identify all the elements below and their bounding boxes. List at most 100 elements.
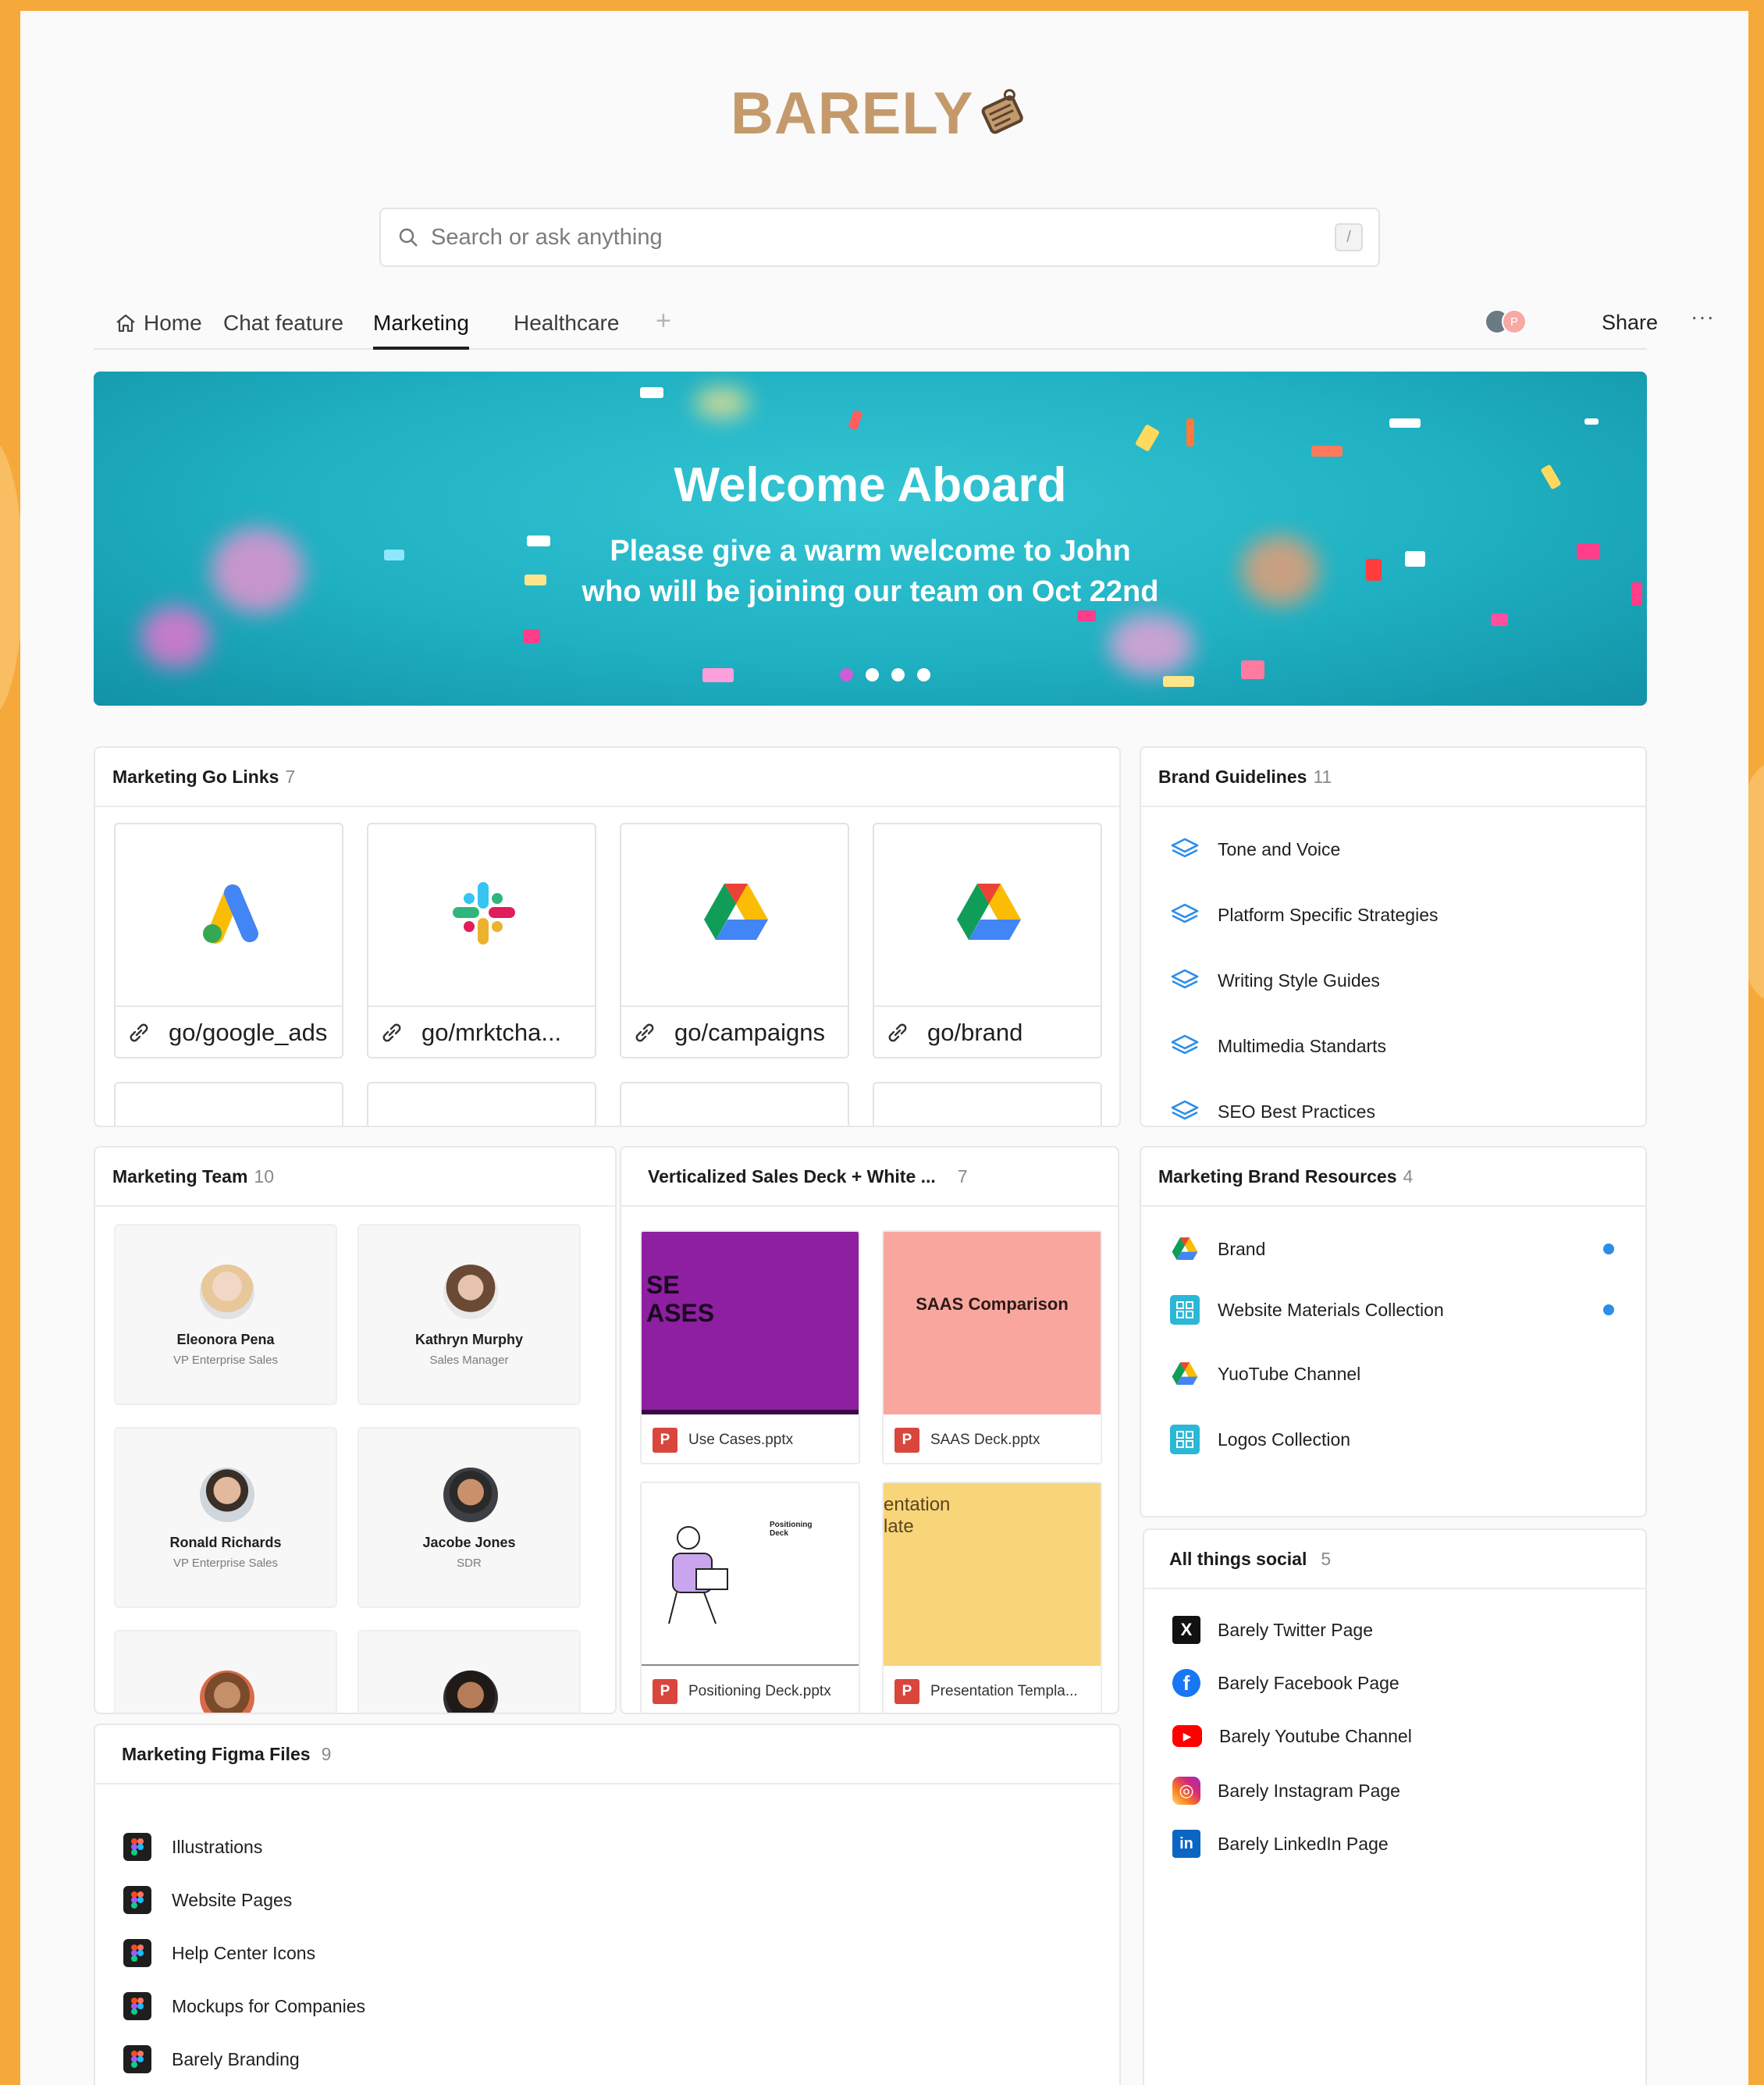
- tab-healthcare[interactable]: Healthcare: [514, 311, 619, 336]
- social-link[interactable]: in Barely LinkedIn Page: [1172, 1830, 1389, 1858]
- deck-file-card[interactable]: Positioning Deck P Positioning Deck.pptx: [640, 1482, 860, 1713]
- go-link-label: go/google_ads: [169, 1019, 328, 1046]
- deck-file-card[interactable]: entation late P Presentation Templa...: [882, 1482, 1102, 1713]
- go-link-more[interactable]: [367, 1082, 596, 1126]
- social-label: Barely Facebook Page: [1218, 1672, 1399, 1693]
- resource-item[interactable]: Website Materials Collection: [1169, 1294, 1614, 1325]
- confetti: [1077, 610, 1096, 621]
- go-link-google-ads[interactable]: go/google_ads: [114, 823, 343, 1059]
- tab-chat-feature[interactable]: Chat feature: [223, 311, 343, 336]
- confetti: [1389, 418, 1421, 428]
- confetti: [1584, 418, 1599, 425]
- member-name: Ronald Richards: [169, 1535, 282, 1550]
- social-link[interactable]: X Barely Twitter Page: [1172, 1616, 1373, 1644]
- carousel-dot[interactable]: [917, 668, 930, 681]
- guideline-item[interactable]: Multimedia Standarts: [1169, 1030, 1386, 1062]
- guideline-label: Multimedia Standarts: [1218, 1035, 1387, 1056]
- go-link-label: go/mrktcha...: [421, 1019, 562, 1046]
- figma-file-item[interactable]: Help Center Icons: [123, 1939, 315, 1967]
- guideline-item[interactable]: SEO Best Practices: [1169, 1096, 1375, 1126]
- figma-file-item[interactable]: Website Pages: [123, 1886, 292, 1914]
- figma-file-item[interactable]: Mockups for Companies: [123, 1992, 365, 2020]
- deck-thumbnail: SE ASES: [642, 1232, 859, 1414]
- google-drive-icon: [1172, 1237, 1198, 1260]
- go-link-mrktcha[interactable]: go/mrktcha...: [367, 823, 596, 1059]
- figma-file-item[interactable]: Barely Branding: [123, 2045, 300, 2073]
- deck-file-card[interactable]: SAAS Comparison P SAAS Deck.pptx: [882, 1230, 1102, 1464]
- guideline-item[interactable]: Writing Style Guides: [1169, 965, 1380, 996]
- guideline-item[interactable]: Platform Specific Strategies: [1169, 899, 1439, 930]
- search-placeholder: Search or ask anything: [431, 224, 663, 250]
- app-window: BARELY Search or ask anything / Home Cha…: [20, 11, 1748, 2085]
- link-icon: [130, 1023, 148, 1042]
- search-input[interactable]: Search or ask anything /: [379, 208, 1380, 267]
- guideline-item[interactable]: Tone and Voice: [1169, 834, 1340, 865]
- social-link[interactable]: ◎ Barely Instagram Page: [1172, 1777, 1400, 1805]
- deck-thumbnail-text: entation late: [884, 1494, 951, 1537]
- team-member-card[interactable]: Ronald Richards VP Enterprise Sales: [114, 1427, 337, 1608]
- go-links-title: Marketing Go Links: [112, 766, 279, 787]
- figma-file-label: Help Center Icons: [172, 1942, 316, 1963]
- link-icon: [382, 1023, 401, 1042]
- team-member-card[interactable]: Jacobe Jones SDR: [357, 1427, 581, 1608]
- go-link-footer: go/brand: [874, 1005, 1101, 1059]
- resource-item[interactable]: Logos Collection: [1169, 1424, 1614, 1455]
- brand-logo: BARELY: [731, 80, 1031, 148]
- confetti: [1241, 660, 1264, 679]
- team-member-card[interactable]: [357, 1630, 581, 1713]
- team-member-card[interactable]: Eleonora Pena VP Enterprise Sales: [114, 1224, 337, 1405]
- grid-icon: [1170, 1295, 1200, 1325]
- team-member-card[interactable]: Kathryn Murphy Sales Manager: [357, 1224, 581, 1405]
- resource-item[interactable]: YuoTube Channel: [1169, 1358, 1614, 1389]
- sales-decks-count: 7: [957, 1165, 968, 1187]
- team-member-card[interactable]: [114, 1630, 337, 1713]
- bokeh-decoration: [695, 387, 749, 418]
- brand-guidelines-header: Brand Guidelines 11: [1141, 748, 1645, 807]
- go-link-more[interactable]: [620, 1082, 849, 1126]
- deck-thumbnail-text: SE ASES: [646, 1271, 715, 1327]
- deck-file-card[interactable]: SE ASES P Use Cases.pptx: [640, 1230, 860, 1464]
- deck-file-name: Use Cases.pptx: [688, 1432, 794, 1448]
- go-link-campaigns[interactable]: go/campaigns: [620, 823, 849, 1059]
- add-tab-button[interactable]: +: [656, 306, 671, 336]
- member-role: VP Enterprise Sales: [173, 1354, 278, 1367]
- figma-file-label: Website Pages: [172, 1889, 293, 1910]
- go-links-header: Marketing Go Links 7: [95, 748, 1119, 807]
- go-link-more[interactable]: [873, 1082, 1102, 1126]
- resource-label: Logos Collection: [1218, 1429, 1351, 1450]
- member-name: Kathryn Murphy: [414, 1332, 523, 1347]
- go-link-footer: go/campaigns: [621, 1005, 848, 1059]
- more-options-button[interactable]: ···: [1691, 304, 1715, 329]
- sales-decks-header: Verticalized Sales Deck + White ... 7: [621, 1147, 1118, 1207]
- tab-home[interactable]: Home: [114, 311, 202, 336]
- bokeh-decoration: [1241, 535, 1319, 606]
- figma-file-item[interactable]: Illustrations: [123, 1833, 262, 1861]
- layers-icon: [1171, 1100, 1199, 1120]
- carousel-dot-active[interactable]: [840, 668, 853, 681]
- share-button[interactable]: Share: [1602, 311, 1658, 335]
- link-icon: [888, 1023, 907, 1042]
- carousel-dot[interactable]: [866, 668, 879, 681]
- powerpoint-icon: P: [653, 1428, 678, 1453]
- brand-guidelines-count: 11: [1313, 766, 1332, 787]
- confetti: [1577, 543, 1600, 559]
- social-link[interactable]: ▶ Barely Youtube Channel: [1172, 1722, 1412, 1750]
- x-icon: X: [1172, 1616, 1200, 1644]
- resource-label: Brand: [1218, 1238, 1266, 1259]
- member-role: SDR: [457, 1557, 482, 1570]
- deck-footer: P SAAS Deck.pptx: [884, 1414, 1101, 1463]
- tab-marketing[interactable]: Marketing: [373, 311, 469, 350]
- confetti: [1311, 446, 1343, 457]
- member-role: VP Enterprise Sales: [173, 1557, 278, 1570]
- carousel-dot[interactable]: [891, 668, 905, 681]
- social-link[interactable]: f Barely Facebook Page: [1172, 1669, 1399, 1697]
- google-drive-icon: [1172, 1362, 1198, 1385]
- slack-icon: [453, 882, 515, 945]
- carousel-dots: [840, 668, 930, 681]
- resource-item[interactable]: Brand: [1169, 1233, 1614, 1265]
- go-link-more[interactable]: [114, 1082, 343, 1126]
- go-link-brand[interactable]: go/brand: [873, 823, 1102, 1059]
- collaborator-avatars[interactable]: P: [1485, 309, 1531, 336]
- sales-decks-card: Verticalized Sales Deck + White ... 7 SE…: [620, 1146, 1119, 1714]
- figma-file-label: Barely Branding: [172, 2048, 300, 2069]
